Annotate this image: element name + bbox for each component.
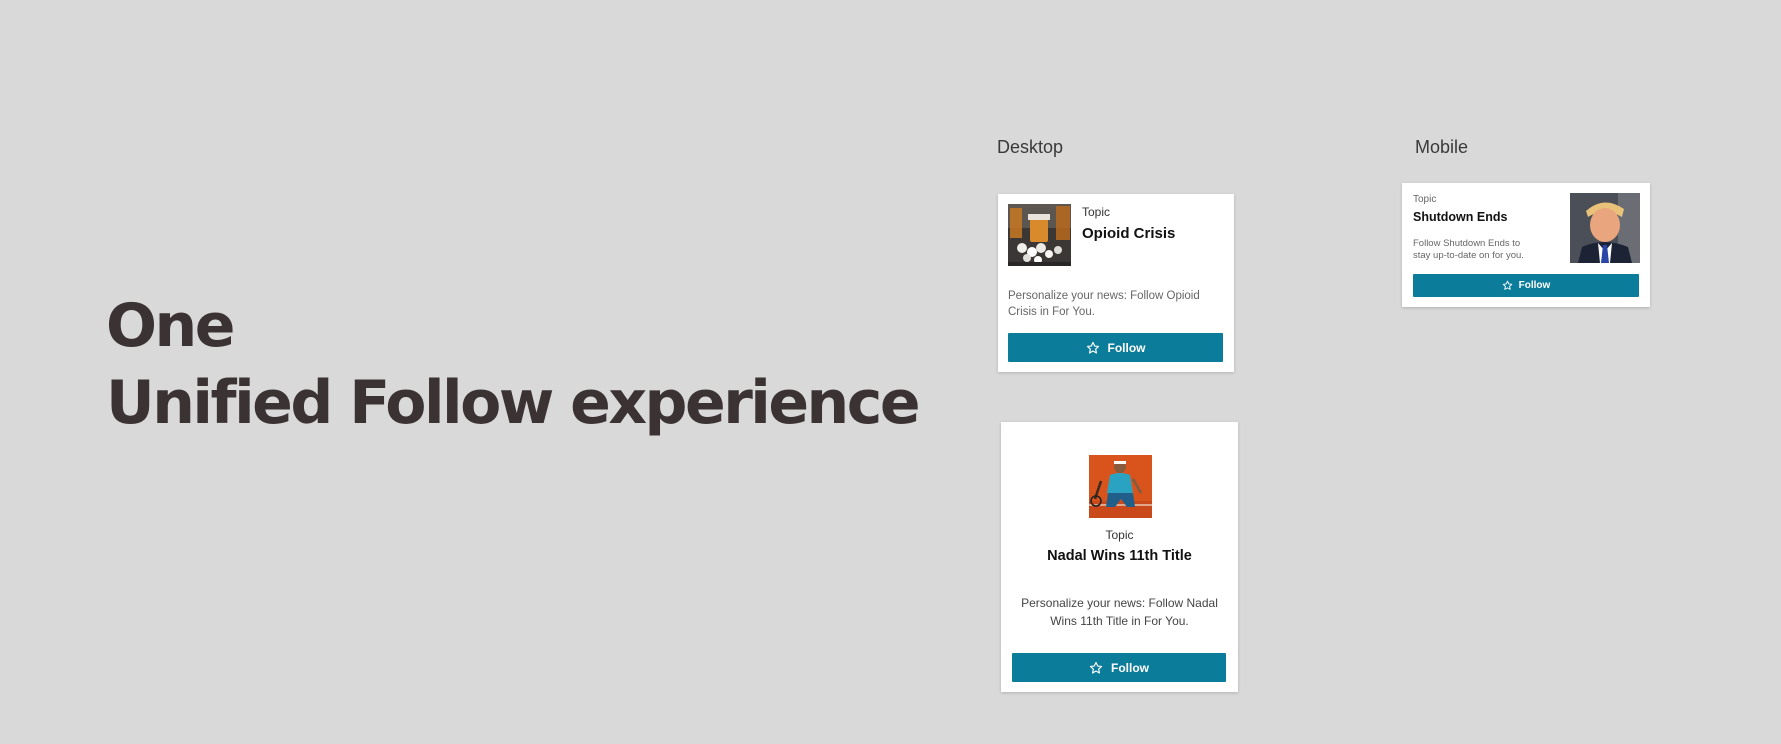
desktop-topic-card-nadal: Topic Nadal Wins 11th Title Personalize … <box>1001 422 1238 692</box>
headline: One Unified Follow experience <box>106 288 921 442</box>
star-icon <box>1086 341 1099 354</box>
topic-label: Topic <box>1105 528 1134 542</box>
pill-bottles-image <box>1008 204 1071 266</box>
topic-title: Nadal Wins 11th Title <box>1047 548 1192 564</box>
desktop-section-label: Desktop <box>997 137 1064 157</box>
topic-description: Personalize your news: Follow Opioid Cri… <box>1008 290 1200 318</box>
politician-portrait-image <box>1570 193 1640 263</box>
follow-button[interactable]: Follow <box>1413 274 1639 297</box>
follow-button[interactable]: Follow <box>1012 653 1226 682</box>
follow-button-label: Follow <box>1107 340 1146 355</box>
follow-button-label: Follow <box>1111 660 1149 675</box>
topic-title: Opioid Crisis <box>1082 225 1176 242</box>
desktop-topic-card-opioid: Topic Opioid Crisis Personalize your new… <box>998 194 1234 372</box>
topic-label: Topic <box>1413 194 1437 205</box>
star-icon <box>1502 280 1512 290</box>
headline-line-2: Unified Follow experience <box>106 368 921 438</box>
mobile-topic-card: Topic Shutdown Ends Follow Shutdown Ends… <box>1402 183 1650 307</box>
topic-description: Follow Shutdown Ends to stay up-to-date … <box>1413 238 1524 261</box>
topic-description: Personalize your news: Follow Nadal Wins… <box>1021 596 1218 628</box>
tennis-player-image <box>1089 455 1152 518</box>
follow-button[interactable]: Follow <box>1008 333 1223 362</box>
topic-title: Shutdown Ends <box>1413 210 1508 224</box>
headline-line-1: One <box>106 291 235 361</box>
topic-label: Topic <box>1082 205 1111 219</box>
star-icon <box>1089 661 1103 674</box>
mobile-section-label: Mobile <box>1415 137 1469 157</box>
follow-button-label: Follow <box>1518 280 1551 291</box>
